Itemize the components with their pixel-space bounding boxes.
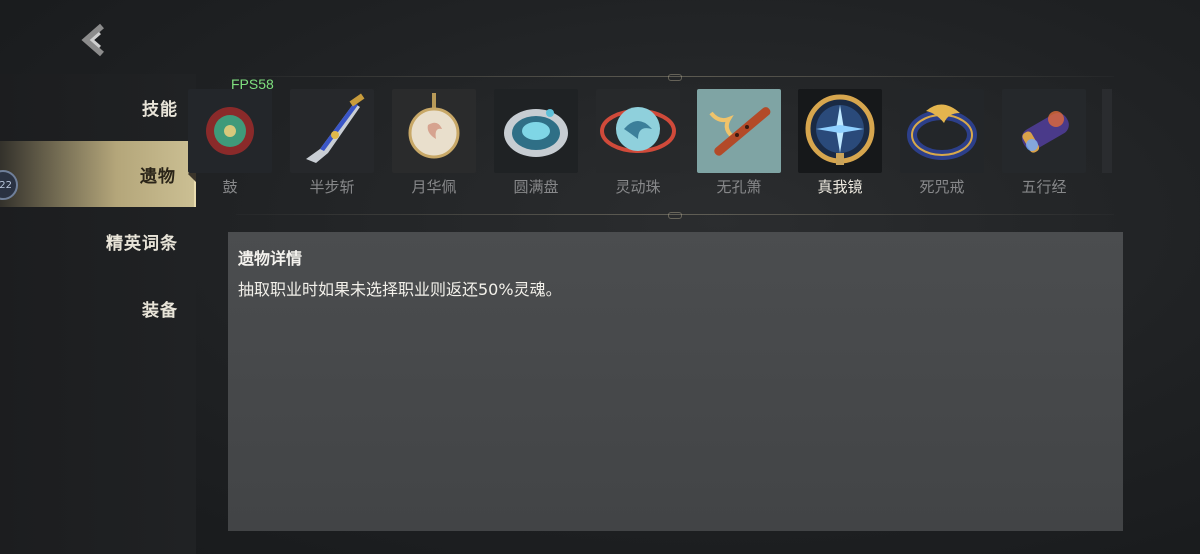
relic-item[interactable]: 死咒戒 — [900, 89, 984, 197]
sidebar-item-elite-affixes[interactable]: 精英词条 — [0, 208, 196, 274]
relic-name: 灵动珠 — [615, 178, 661, 196]
relic-item[interactable]: 月华佩 — [392, 89, 476, 197]
sidebar-item-label: 遗物 — [140, 166, 176, 187]
relic-name: 半步斩 — [309, 178, 355, 196]
sidebar-item-skills[interactable]: 技能 — [0, 74, 196, 140]
relic-name: 月华佩 — [411, 178, 457, 196]
detail-description: 抽取职业时如果未选择职业则返还50%灵魂。 — [238, 280, 562, 299]
relic-item[interactable]: 无孔箫 — [697, 89, 781, 197]
sidebar-item-label: 精英词条 — [106, 233, 178, 254]
sidebar: 技能 遗物 精英词条 装备 — [0, 74, 196, 554]
relic-item[interactable]: 五行经 — [1002, 89, 1086, 197]
relic-name: 真我镜 — [817, 178, 863, 196]
divider-ornament-icon — [668, 74, 682, 81]
sidebar-item-relics[interactable]: 遗物 — [0, 141, 196, 207]
divider-ornament-icon — [668, 212, 682, 219]
sidebar-item-label: 装备 — [142, 300, 178, 321]
ring-relic-icon — [900, 89, 984, 173]
relic-item-selected[interactable]: 真我镜 — [798, 89, 882, 197]
back-button[interactable] — [76, 22, 116, 58]
relic-name: 鼓 — [222, 178, 238, 196]
relic-item-partial[interactable] — [1102, 89, 1112, 173]
relic-item[interactable]: 圆满盘 — [494, 89, 578, 197]
flute-relic-icon — [697, 89, 781, 173]
scroll-relic-icon — [1002, 89, 1086, 173]
orb-relic-icon — [596, 89, 680, 173]
sidebar-item-equipment[interactable]: 装备 — [0, 275, 196, 341]
moon-pendant-relic-icon — [392, 89, 476, 173]
relic-detail-panel: 遗物详情 抽取职业时如果未选择职业则返还50%灵魂。 — [228, 232, 1123, 531]
back-arrow-icon — [81, 23, 104, 57]
plate-relic-icon — [494, 89, 578, 173]
relic-name: 无孔箫 — [716, 178, 762, 196]
drum-relic-icon — [188, 89, 272, 173]
relic-item[interactable]: 灵动珠 — [596, 89, 680, 197]
mirror-relic-icon — [798, 89, 882, 173]
relic-name: 死咒戒 — [919, 178, 965, 196]
blade-relic-icon — [290, 89, 374, 173]
relic-name: 五行经 — [1021, 178, 1067, 196]
relic-item[interactable]: 半步斩 — [290, 89, 374, 197]
sidebar-item-label: 技能 — [142, 99, 178, 120]
relic-item[interactable]: 鼓 — [188, 89, 272, 197]
detail-title: 遗物详情 — [238, 249, 303, 268]
relic-name: 圆满盘 — [513, 178, 559, 196]
